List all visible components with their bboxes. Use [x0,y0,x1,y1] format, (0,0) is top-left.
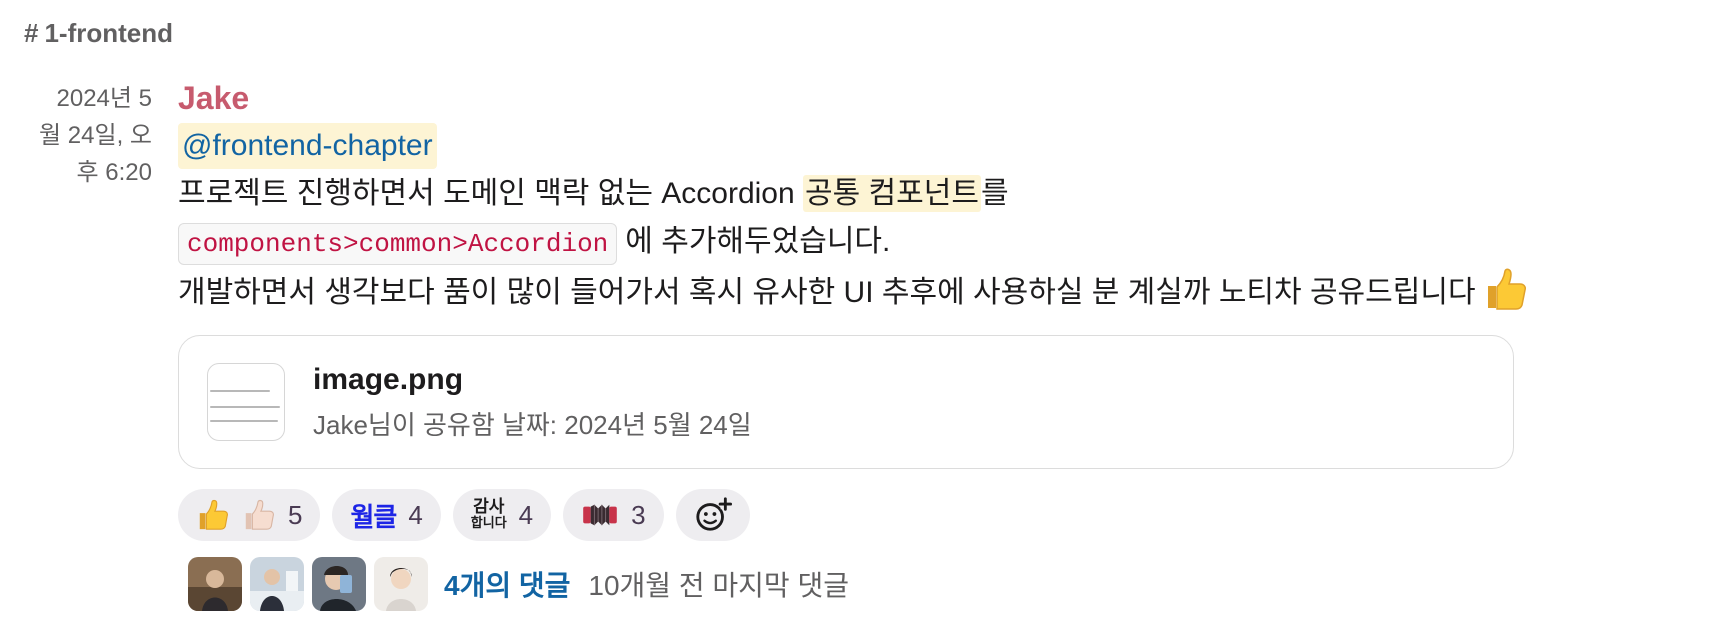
message: Jake @frontend-chapter 프로젝트 진행하면서 도메인 맥락… [178,78,1698,611]
reaction-count: 4 [518,499,534,530]
last-reply-time: 10개월 전 마지막 댓글 [588,570,849,601]
message-text: 에 추가해두었습니다. [625,225,891,258]
reaction-thumbs-up[interactable]: 5 [178,489,321,541]
message-line-1: 프로젝트 진행하면서 도메인 맥락 없는 Accordion 공통 컴포넌트를 [178,170,1698,218]
group-mention[interactable]: @frontend-chapter [178,123,437,169]
file-shared-info: Jake님이 공유함 날짜: 2024년 5월 24일 [313,410,752,440]
avatar[interactable] [312,557,366,611]
message-line-3: 개발하면서 생각보다 품이 많이 들어가서 혹시 유사한 UI 추후에 사용하실… [178,266,1698,317]
thumbs-up-light-skin-icon [242,498,276,532]
thumbs-up-icon [1482,266,1528,312]
message-text: 프로젝트 진행하면서 도메인 맥락 없는 Accordion [178,177,804,210]
avatar[interactable] [374,557,428,611]
thumbs-up-icon [196,498,230,532]
thread-summary[interactable]: 4개의 댓글 10개월 전 마지막 댓글 [188,557,1698,611]
reactions-bar: 5 월클 4 감사 합니다 4 3 [178,489,1698,541]
reaction-accordion[interactable]: 3 [563,489,664,541]
reaction-count: 5 [288,499,303,530]
reaction-thanks[interactable]: 감사 합니다 4 [452,489,552,541]
highlighted-text: 공통 컴포넌트 [803,175,981,212]
reply-avatars [188,557,428,611]
inline-code: components>common>Accordion [178,223,618,265]
message-line-2: components>common>Accordion 에 추가해두었습니다. [178,218,1698,266]
thanks-icon: 감사 합니다 [470,497,507,531]
message-line-mention: @frontend-chapter [178,122,1698,170]
thanks-icon-bottom: 합니다 [470,515,507,530]
author-name[interactable]: Jake [178,78,1698,118]
file-meta: image.png Jake님이 공유함 날짜: 2024년 5월 24일 [313,360,752,444]
timestamp-line: 후 6:20 [76,159,152,186]
avatar[interactable] [250,557,304,611]
reaction-count: 4 [408,499,423,530]
file-attachment-card[interactable]: image.png Jake님이 공유함 날짜: 2024년 5월 24일 [178,335,1514,469]
file-name[interactable]: image.png [313,360,752,400]
channel-name: 1-frontend [44,18,174,48]
add-reaction-button[interactable] [675,489,750,541]
accordion-icon [581,501,619,529]
weolgeul-icon: 월클 [350,501,397,532]
reaction-weolgeul[interactable]: 월클 4 [332,489,441,541]
message-text: 를 [980,177,1009,210]
thanks-icon-top: 감사 [473,497,505,516]
timestamp-line: 2024년 5 [56,85,153,112]
message-timestamp[interactable]: 2024년 5 월 24일, 오 후 6:20 [20,80,152,191]
message-text: 개발하면서 생각보다 품이 많이 들어가서 혹시 유사한 UI 추후에 사용하실… [178,276,1476,309]
avatar[interactable] [188,557,242,611]
file-thumbnail[interactable] [207,363,285,441]
channel-header[interactable]: # 1-frontend [24,18,173,49]
timestamp-line: 월 24일, 오 [39,122,152,149]
hash-icon: # [24,18,39,48]
reply-count-link[interactable]: 4개의 댓글 [444,564,570,604]
reaction-count: 3 [631,499,646,530]
add-emoji-icon [694,496,732,534]
